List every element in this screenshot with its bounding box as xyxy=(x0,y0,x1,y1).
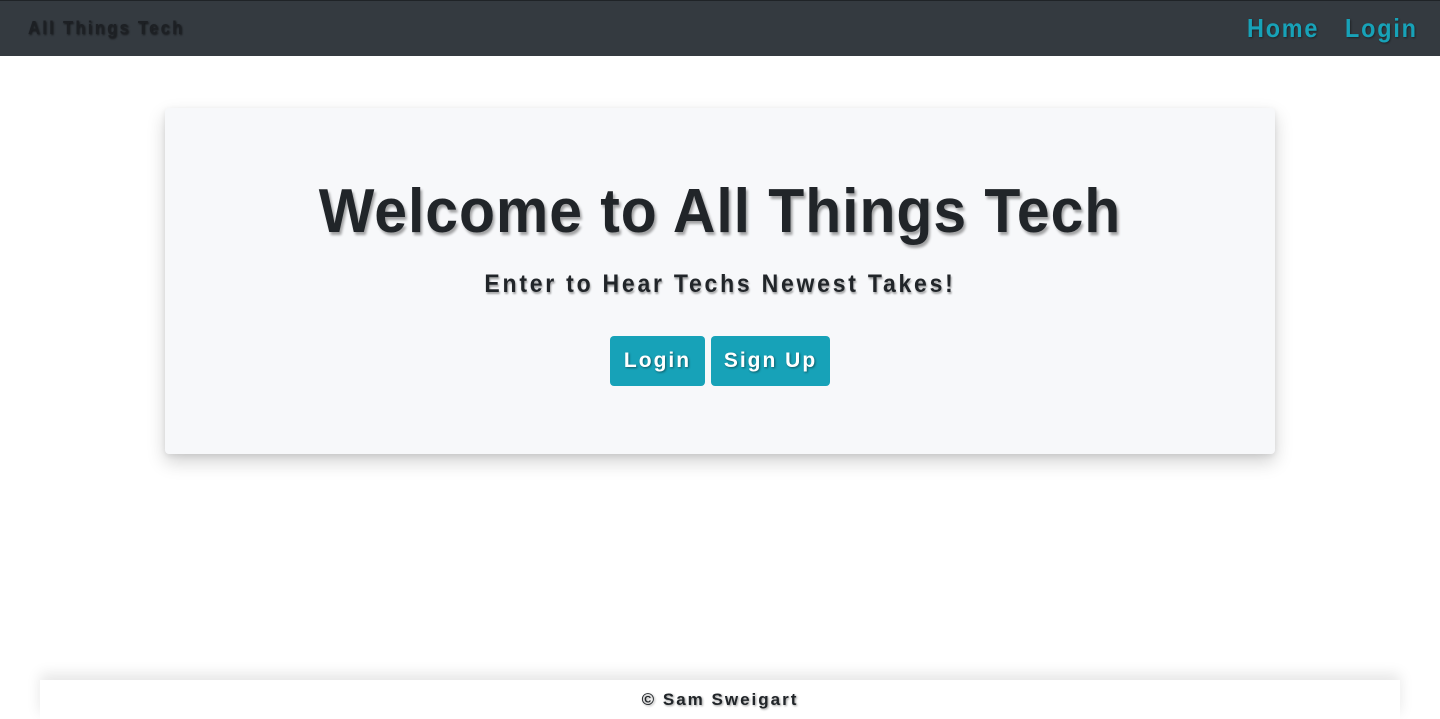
hero-title: Welcome to All Things Tech xyxy=(318,177,1122,246)
login-button[interactable]: Login xyxy=(610,336,705,386)
brand-link[interactable]: All Things Tech xyxy=(28,18,185,39)
top-navbar: All Things Tech Home Login xyxy=(0,0,1440,56)
nav-login-link[interactable]: Login xyxy=(1345,13,1418,44)
hero-buttons: Login Sign Up xyxy=(165,336,1275,386)
page-footer: © Sam Sweigart xyxy=(40,680,1400,719)
nav-links: Home Login xyxy=(1243,13,1422,44)
hero-subtitle: Enter to Hear Techs Newest Takes! xyxy=(484,270,956,298)
nav-home-link[interactable]: Home xyxy=(1247,13,1319,44)
signup-button[interactable]: Sign Up xyxy=(711,336,830,386)
hero-jumbotron: Welcome to All Things Tech Enter to Hear… xyxy=(165,108,1275,454)
copyright-text: © Sam Sweigart xyxy=(641,690,799,709)
